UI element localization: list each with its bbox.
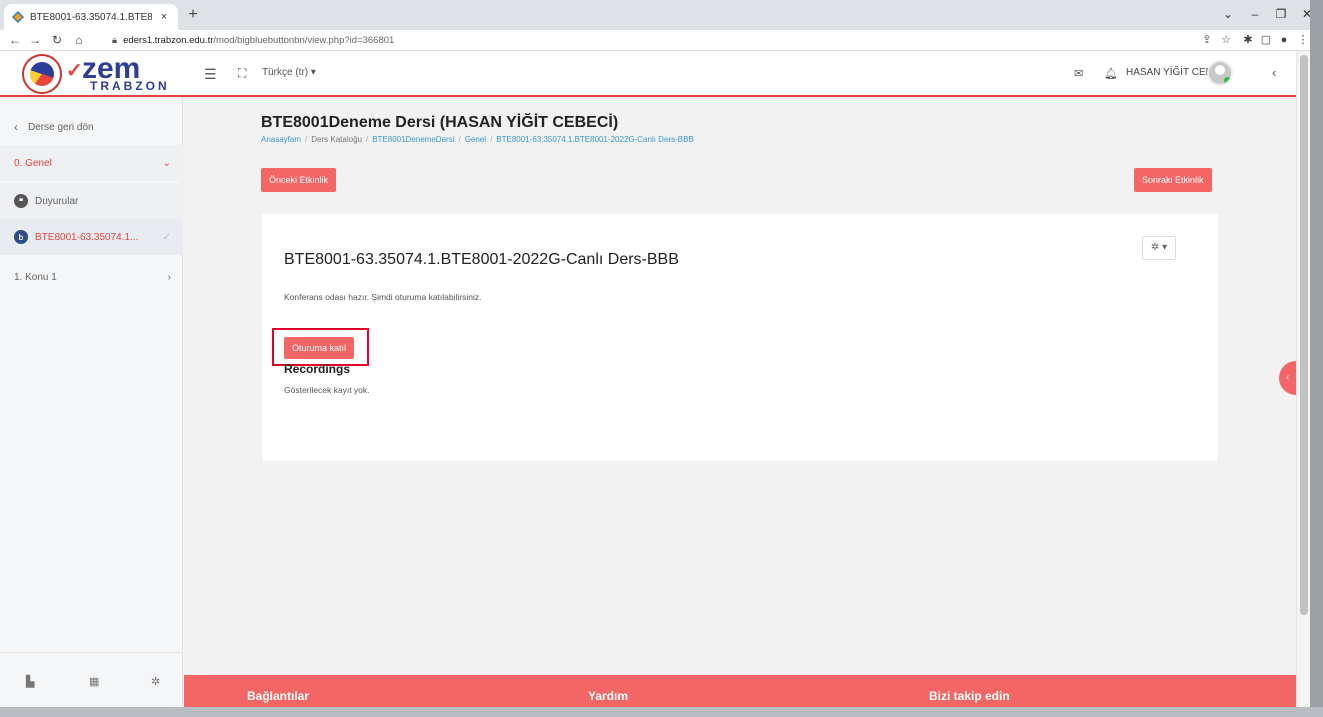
sidebar-item-konu-1[interactable]: 1. Konu 1 ›: [0, 259, 183, 295]
bigbluebutton-favicon-icon: [12, 11, 24, 23]
sidebar-item-label: 1. Konu 1: [14, 271, 57, 283]
file-icon[interactable]: ▙: [26, 675, 34, 688]
sidebar-item-label: 0. Genel: [14, 157, 52, 169]
forward-arrow-icon[interactable]: →: [26, 32, 44, 49]
chevron-left-icon: ‹: [14, 120, 18, 134]
url-field[interactable]: 🔒︎ eders1.trabzon.edu.tr/mod/bigbluebutto…: [112, 32, 394, 49]
page-title: BTE8001Deneme Dersi (HASAN YİĞİT CEBECİ): [261, 114, 619, 131]
url-domain: eders1.trabzon.edu.tr: [123, 35, 214, 46]
previous-activity-button[interactable]: Önceki Etkinlik: [261, 168, 337, 192]
bigbluebutton-icon: b: [14, 230, 28, 244]
activity-card: BTE8001-63.35074.1.BTE8001-2022G-Canlı D…: [262, 214, 1218, 461]
home-icon[interactable]: ⌂: [70, 32, 88, 49]
sidebar-item-bbb-activity[interactable]: b BTE8001-63.35074.1... ✓: [0, 219, 183, 255]
recordings-heading: Recordings: [284, 362, 351, 376]
completion-check-icon: ✓: [162, 231, 171, 243]
language-selector[interactable]: Türkçe (tr) ▾: [262, 67, 316, 78]
new-tab-button[interactable]: +: [182, 4, 204, 26]
course-sidebar: ‹ Derse geri dön 0. Genel ⌄ ❝ Duyurular …: [0, 97, 183, 707]
tab-close-icon[interactable]: ×: [158, 11, 170, 23]
chevron-down-icon: ⌄: [162, 157, 171, 169]
breadcrumb-section[interactable]: Genel: [465, 135, 486, 144]
reload-icon[interactable]: ↻: [48, 32, 66, 49]
chevron-right-icon: ›: [167, 271, 171, 283]
drawer-toggle-chevron-icon[interactable]: ‹: [1272, 65, 1276, 80]
join-button-highlight: Oturuma katıl: [272, 328, 369, 366]
minimize-icon[interactable]: –: [1242, 4, 1268, 24]
share-icon[interactable]: ⇪: [1199, 32, 1215, 49]
footer-help-heading: Yardım: [588, 689, 629, 703]
sidebar-item-genel[interactable]: 0. Genel ⌄: [0, 145, 183, 181]
window-bottom-edge: [0, 707, 1323, 717]
profile-icon[interactable]: ●: [1276, 32, 1292, 49]
restore-icon[interactable]: ❐: [1268, 4, 1294, 24]
sidebar-back-to-course[interactable]: ‹ Derse geri dön: [0, 109, 183, 145]
hamburger-menu-icon[interactable]: ☰: [204, 66, 217, 83]
footer-follow-heading: Bizi takip edin: [929, 689, 1010, 703]
page-scrollbar[interactable]: [1296, 51, 1310, 707]
breadcrumb: Anasayfam / Ders Kataloğu / BTE8001DenemeDer…: [261, 135, 694, 144]
gear-icon[interactable]: ✲: [151, 675, 160, 688]
browser-tab[interactable]: BTE8001-63.35074.1.BTE8001-20 ×: [4, 4, 178, 30]
sidebar-item-duyurular[interactable]: ❝ Duyurular: [0, 183, 183, 219]
window-edge: [1310, 0, 1323, 717]
site-navbar: zem ✓ TRABZON ☰ ⛶ Türkçe (tr) ▾ ✉ 🔔︎ HAS…: [0, 51, 1296, 97]
fullscreen-icon[interactable]: ⛶: [238, 66, 246, 81]
browser-tab-title: BTE8001-63.35074.1.BTE8001-20: [30, 11, 152, 23]
activity-settings-gear-icon[interactable]: ✲ ▾: [1142, 236, 1176, 260]
university-seal-icon: [22, 54, 62, 94]
sidebar-back-label: Derse geri dön: [28, 121, 94, 133]
logo-checkmark-icon: ✓: [66, 60, 83, 82]
join-session-button[interactable]: Oturuma katıl: [284, 337, 355, 359]
lock-icon: 🔒︎: [112, 35, 118, 46]
forum-icon: ❝: [14, 194, 28, 208]
back-arrow-icon[interactable]: ←: [6, 32, 24, 49]
activity-title: BTE8001-63.35074.1.BTE8001-2022G-Canlı D…: [284, 251, 679, 268]
side-panel-icon[interactable]: ▢: [1258, 32, 1274, 49]
online-status-icon: [1224, 77, 1231, 84]
footer-links-heading: Bağlantılar: [247, 689, 310, 703]
no-recordings-text: Gösterilecek kayıt yok.: [284, 385, 370, 395]
address-bar-row: ← → ↻ ⌂ 🔒︎ eders1.trabzon.edu.tr/mod/bigb…: [0, 30, 1323, 51]
menu-kebab-icon[interactable]: ⋮: [1295, 32, 1311, 49]
scrollbar-thumb[interactable]: [1300, 55, 1308, 615]
main-content: BTE8001Deneme Dersi (HASAN YİĞİT CEBECİ)…: [184, 97, 1296, 675]
avatar[interactable]: [1207, 60, 1233, 86]
tab-search-icon[interactable]: ⌄: [1215, 4, 1241, 24]
conference-ready-text: Konferans odası hazır. Şimdi oturuma kat…: [284, 292, 482, 302]
messages-icon[interactable]: ✉: [1074, 67, 1083, 80]
breadcrumb-activity[interactable]: BTE8001-63.35074.1.BTE8001-2022G-Canlı D…: [496, 135, 693, 144]
url-path: /mod/bigbluebuttonbn/view.php?id=366801: [213, 35, 395, 46]
site-footer: Bağlantılar Yardım Bizi takip edin: [184, 675, 1296, 707]
breadcrumb-home[interactable]: Anasayfam: [261, 135, 301, 144]
sidebar-item-label: Duyurular: [35, 195, 79, 207]
book-icon[interactable]: ▦: [89, 675, 99, 688]
sidebar-footer: ▙ ▦ ✲: [0, 652, 183, 707]
uzem-trabzon-logo[interactable]: zem ✓ TRABZON: [22, 52, 192, 94]
browser-tab-strip: BTE8001-63.35074.1.BTE8001-20 × + ⌄ – ❐ …: [0, 0, 1323, 30]
breadcrumb-course[interactable]: BTE8001DenemeDersi: [372, 135, 454, 144]
extensions-icon[interactable]: ✱: [1240, 32, 1256, 49]
bookmark-star-icon[interactable]: ☆: [1218, 32, 1234, 49]
breadcrumb-catalog[interactable]: Ders Kataloğu: [311, 135, 362, 144]
logo-sub-text: TRABZON: [90, 79, 170, 93]
next-activity-button[interactable]: Sonraki Etkinlik: [1134, 168, 1212, 192]
notification-bell-icon[interactable]: 🔔︎: [1104, 67, 1118, 80]
sidebar-item-label: BTE8001-63.35074.1...: [35, 231, 139, 243]
